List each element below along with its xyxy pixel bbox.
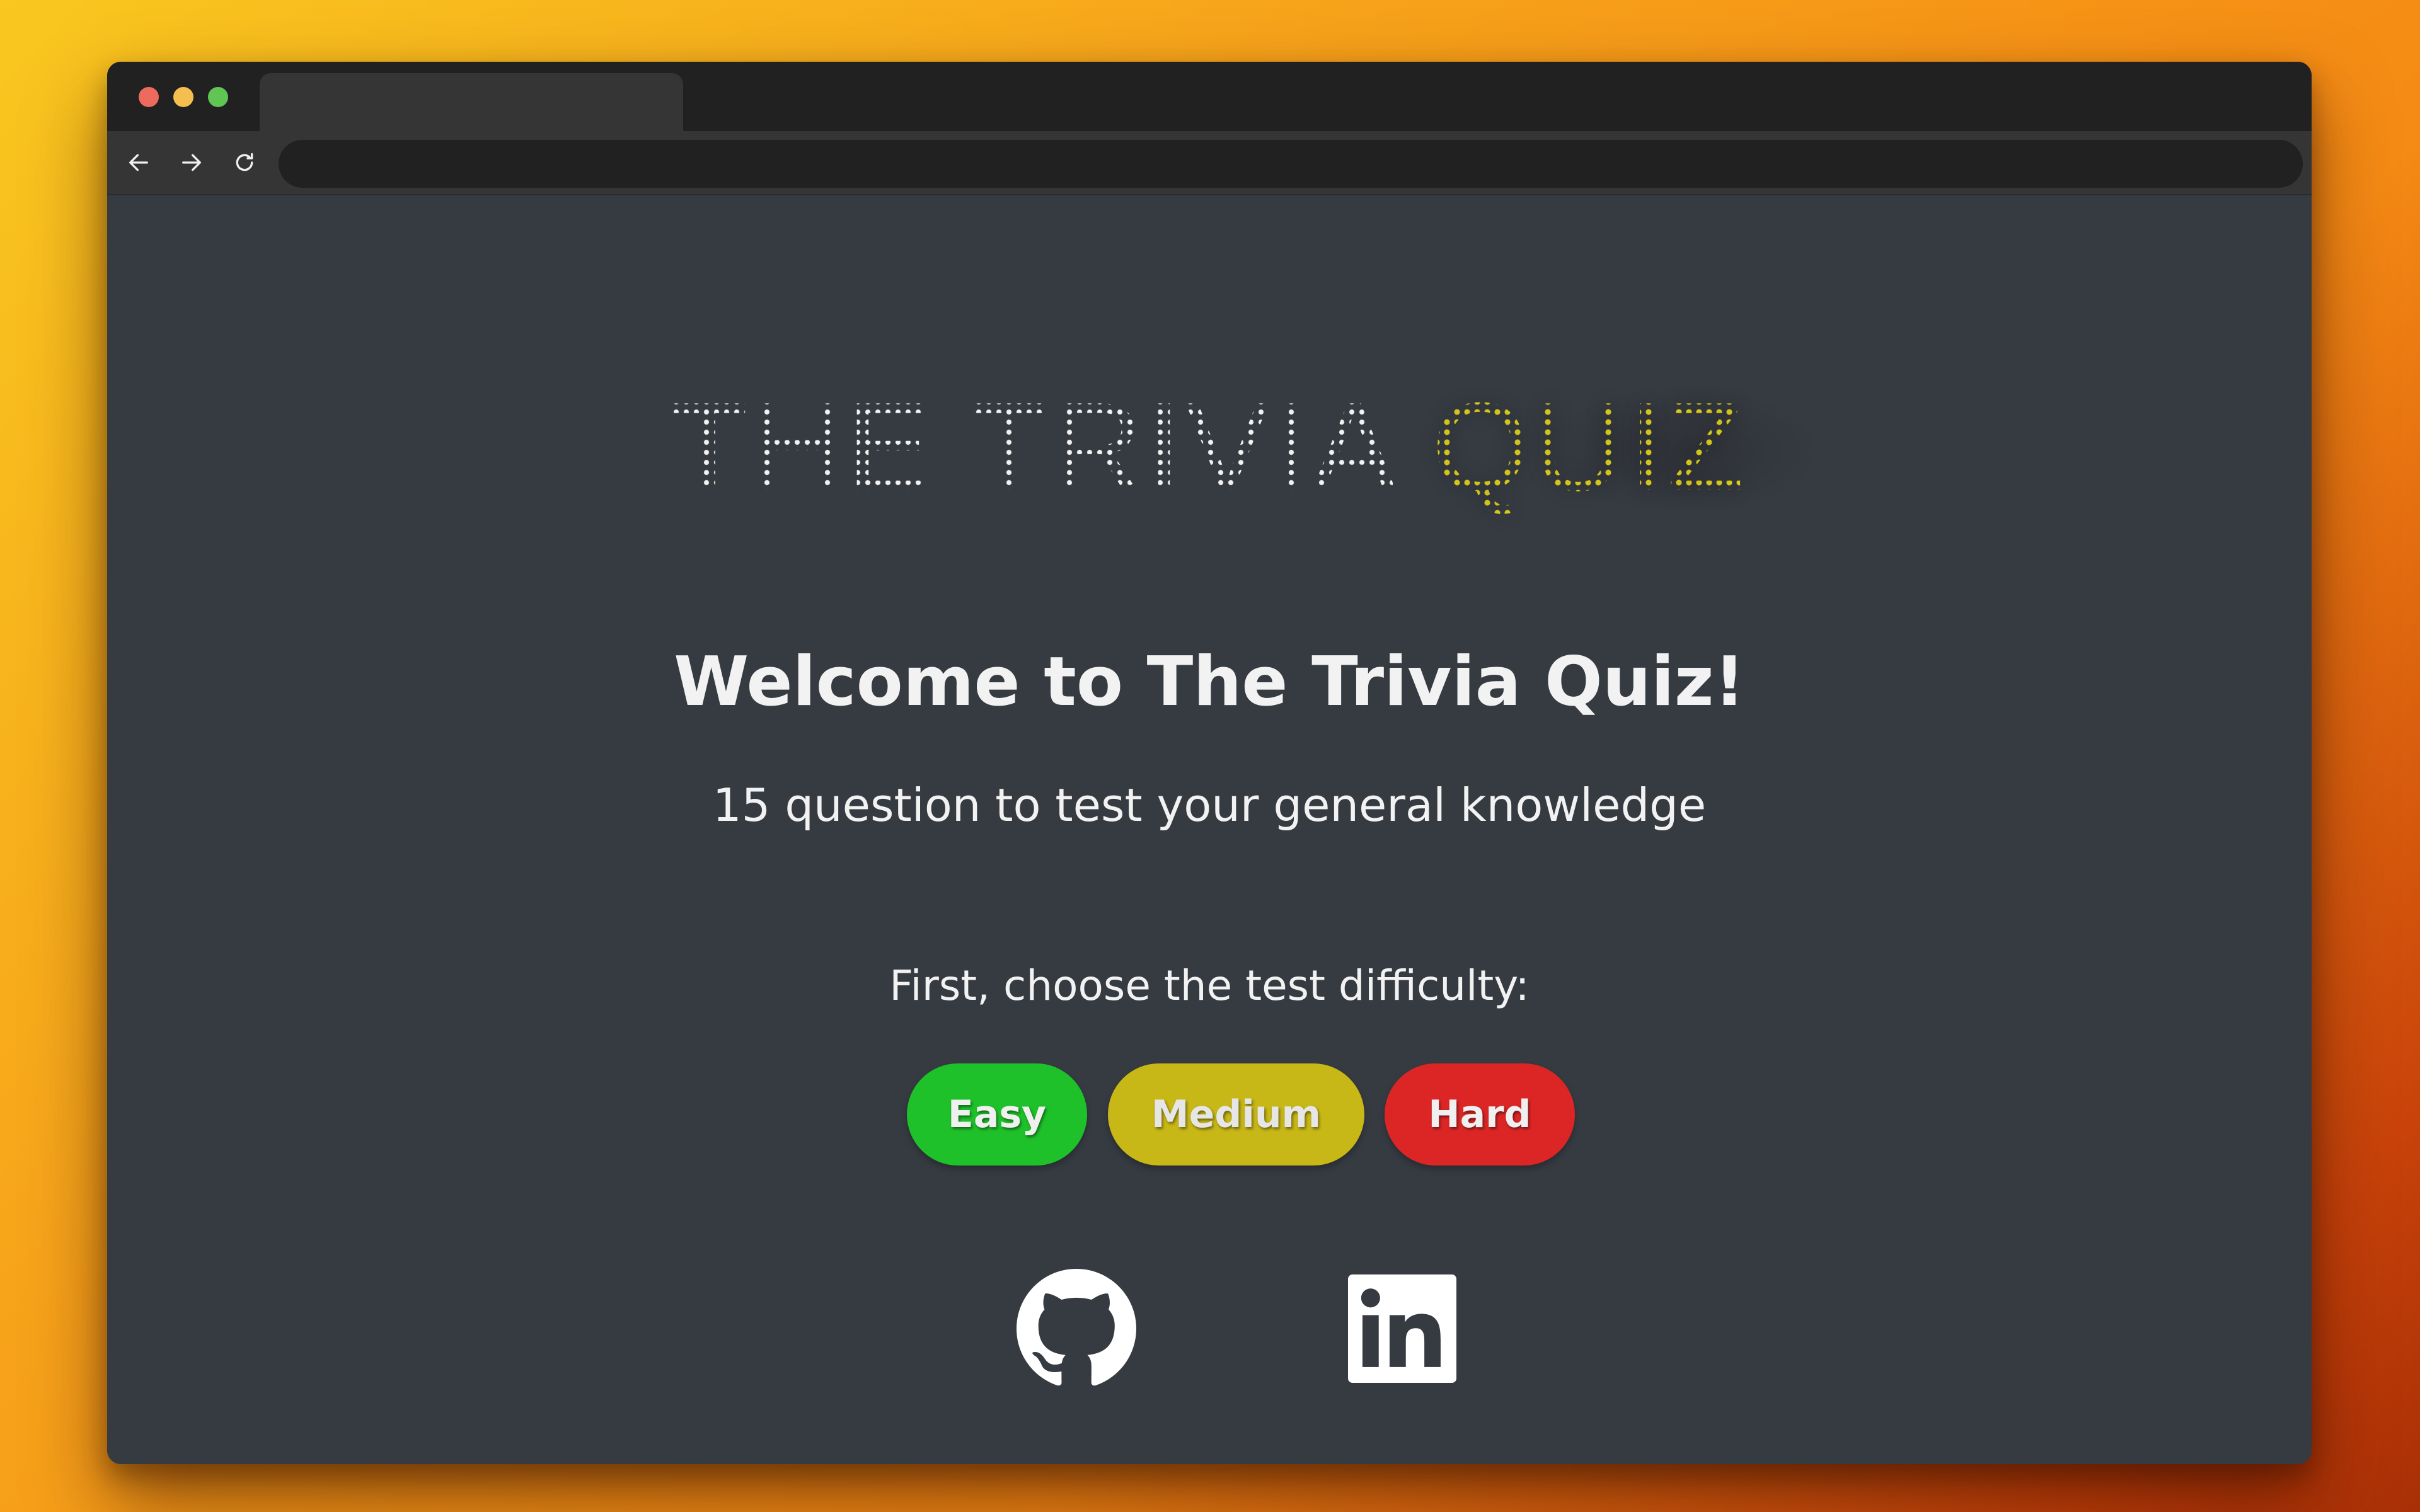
- linkedin-link[interactable]: [1342, 1269, 1462, 1389]
- minimize-window-button[interactable]: [173, 87, 193, 107]
- arrow-left-icon: [129, 154, 148, 171]
- maximize-window-button[interactable]: [208, 87, 228, 107]
- browser-window: THE TRIVIA QUIZ Welcome to The Trivia Qu…: [107, 62, 2312, 1464]
- github-icon: [1017, 1269, 1136, 1386]
- logo-text-yellow: QUIZ: [1431, 377, 1748, 517]
- back-button[interactable]: [121, 145, 156, 180]
- difficulty-prompt: First, choose the test difficulty:: [889, 961, 1530, 1010]
- subtitle: 15 question to test your general knowled…: [712, 779, 1707, 832]
- reload-button[interactable]: [227, 145, 262, 180]
- close-window-button[interactable]: [139, 87, 159, 107]
- browser-tab[interactable]: [260, 73, 683, 131]
- easy-button[interactable]: Easy: [907, 1063, 1087, 1166]
- title-bar: [107, 62, 2312, 131]
- forward-button[interactable]: [174, 145, 209, 180]
- browser-toolbar: [107, 131, 2312, 195]
- arrow-right-icon: [182, 154, 201, 171]
- linkedin-icon: [1348, 1274, 1456, 1383]
- reload-icon: [236, 153, 253, 171]
- github-link[interactable]: [1017, 1269, 1136, 1389]
- logo-text-white: THE TRIVIA: [671, 377, 1393, 517]
- site-logo: THE TRIVIA QUIZ: [107, 384, 2312, 510]
- hard-button[interactable]: Hard: [1385, 1063, 1575, 1166]
- medium-button[interactable]: Medium: [1108, 1063, 1364, 1166]
- page-content: THE TRIVIA QUIZ Welcome to The Trivia Qu…: [107, 195, 2312, 1464]
- address-bar[interactable]: [279, 140, 2303, 188]
- welcome-heading: Welcome to The Trivia Quiz!: [674, 643, 1745, 721]
